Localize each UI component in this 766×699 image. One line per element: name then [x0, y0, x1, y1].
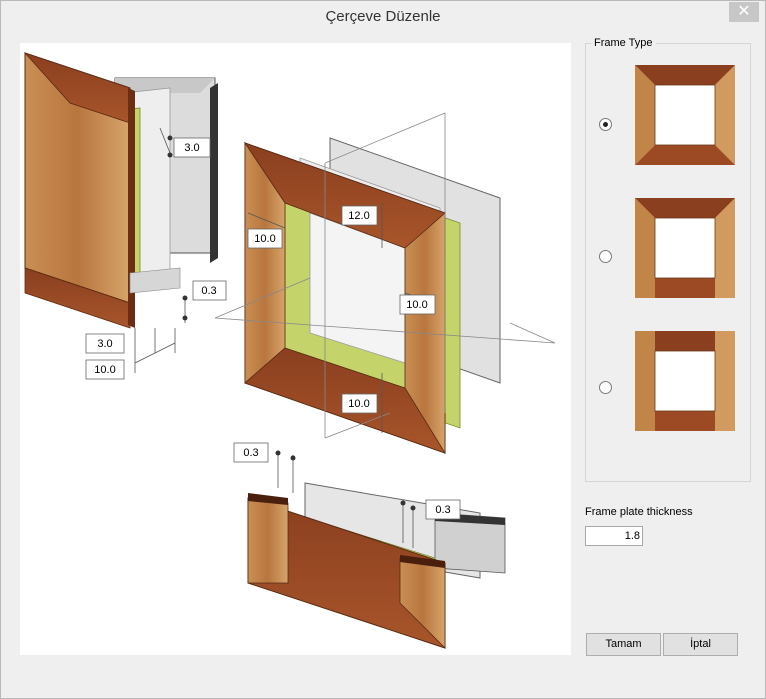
dim-label-7: 10.0 — [406, 299, 427, 311]
left-section-drawing — [23, 52, 218, 329]
dim-label-6: 10.0 — [254, 233, 275, 245]
radio-selected-dot — [603, 122, 608, 127]
frame-illustration: 3.0 0.3 3.0 10.0 12.0 10.0 10.0 10.0 0.3 — [23, 52, 556, 649]
dim-label-3: 3.0 — [97, 338, 112, 350]
dim-label-9: 0.3 — [243, 447, 258, 459]
dim-label-8: 10.0 — [348, 398, 369, 410]
side-frame-icon[interactable] — [635, 331, 735, 431]
frame-type-radio-2[interactable] — [599, 250, 612, 263]
frame-preview-image: 3.0 0.3 3.0 10.0 12.0 10.0 10.0 10.0 0.3 — [20, 43, 571, 655]
title-bar: Çerçeve Düzenle ✕ — [1, 1, 765, 33]
full-mitered-frame-icon[interactable] — [635, 65, 735, 165]
frame-type-radio-1[interactable] — [599, 118, 612, 131]
frame-type-radio-3[interactable] — [599, 381, 612, 394]
cancel-button[interactable]: İptal — [663, 633, 738, 656]
bottom-section-drawing — [247, 482, 506, 649]
ok-button[interactable]: Tamam — [586, 633, 661, 656]
frame-thickness-label: Frame plate thickness — [585, 506, 693, 518]
dim-label-5: 12.0 — [348, 210, 369, 222]
frame-thickness-input[interactable]: 1.8 — [585, 526, 643, 546]
dim-label-4: 10.0 — [94, 364, 115, 376]
window-title: Çerçeve Düzenle — [325, 8, 441, 25]
dim-label-1: 3.0 — [184, 142, 199, 154]
close-button[interactable]: ✕ — [729, 2, 759, 22]
dim-label-10: 0.3 — [435, 504, 450, 516]
dialog-window: Çerçeve Düzenle ✕ 3.0 0.3 3.0 10.0 12.0 … — [0, 0, 766, 699]
top-bottom-frame-icon[interactable] — [635, 198, 735, 298]
frame-type-title: Frame Type — [591, 37, 656, 49]
dim-label-2: 0.3 — [201, 285, 216, 297]
